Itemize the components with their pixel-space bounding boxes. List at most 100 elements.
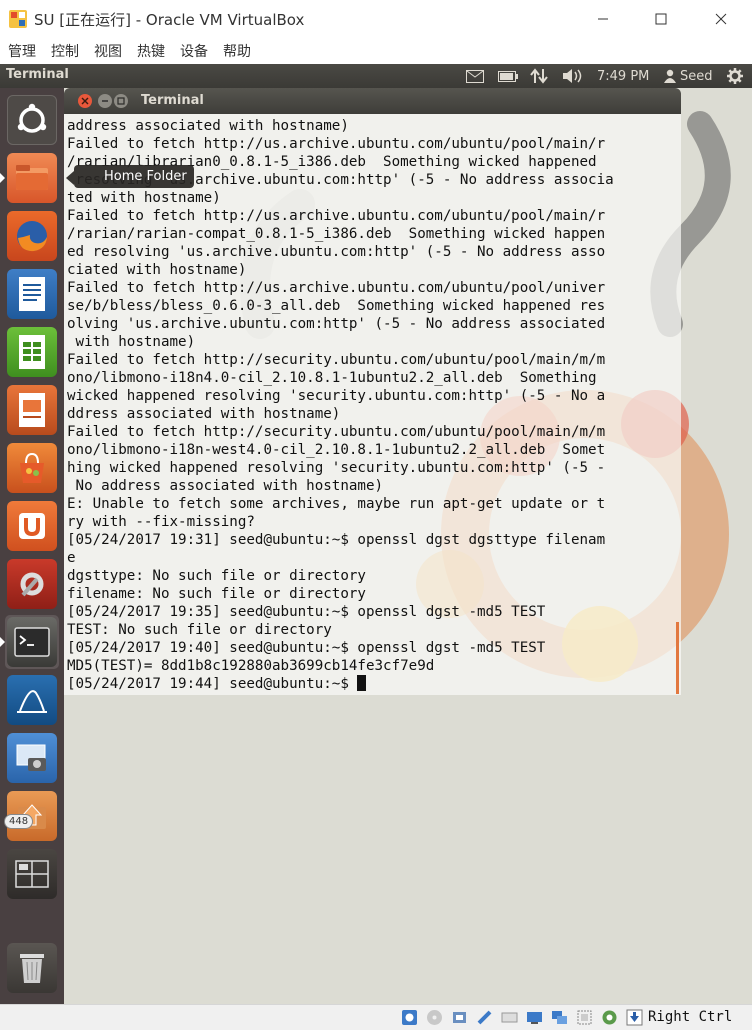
launcher-ubuntu-one[interactable] (5, 499, 59, 553)
running-indicator (0, 173, 5, 183)
keyboard-capture-icon[interactable] (626, 1009, 643, 1026)
terminal-line: e (67, 550, 76, 566)
terminal-line: olving 'us.archive.ubuntu.com:http' (-5 … (67, 316, 606, 332)
terminal-line: hing wicked happened resolving 'security… (67, 460, 606, 476)
terminal-icon (14, 627, 50, 657)
menu-help[interactable]: 帮助 (223, 41, 251, 61)
terminal-line: ciated with hostname) (67, 262, 247, 278)
wireshark-icon (17, 690, 47, 713)
clock[interactable]: 7:49 PM (597, 67, 649, 85)
network-icon[interactable] (530, 67, 548, 85)
terminal-line: ono/libmono-i18n4.0-cil_2.10.8.1-1ubuntu… (67, 370, 597, 386)
dash-home-icon (17, 103, 47, 133)
terminal-close-button[interactable] (78, 94, 92, 108)
maximize-button[interactable] (638, 0, 684, 38)
terminal-line: E: Unable to fetch some archives, maybe … (67, 496, 606, 512)
terminal-line: [05/24/2017 19:31] seed@ubuntu:~$ openss… (67, 532, 606, 548)
cpu-icon[interactable] (601, 1009, 618, 1026)
terminal-maximize-button[interactable] (114, 94, 128, 108)
close-icon (81, 97, 89, 105)
host-key-label[interactable]: Right Ctrl (648, 1009, 732, 1025)
update-count-badge: 448 (4, 814, 34, 829)
files-icon (16, 165, 48, 190)
user-name: Seed (680, 68, 713, 84)
launcher-trash[interactable] (5, 941, 59, 995)
ubuntu-one-icon (19, 513, 45, 539)
network-adapter-icon[interactable] (476, 1009, 493, 1026)
terminal-line: wicked happened resolving 'security.ubun… (67, 388, 606, 404)
launcher-terminal[interactable] (0, 615, 59, 669)
launcher-workspace-switcher[interactable] (5, 847, 59, 901)
tooltip-arrow (66, 171, 74, 185)
terminal-lines: address associated with hostname) Failed … (67, 117, 681, 675)
terminal-titlebar[interactable]: Terminal (64, 88, 681, 114)
launcher-firefox[interactable] (5, 209, 59, 263)
terminal-output[interactable]: address associated with hostname) Failed … (64, 114, 681, 695)
mail-icon[interactable] (466, 67, 484, 85)
video-capture-icon[interactable] (576, 1009, 593, 1026)
terminal-line: Failed to fetch http://us.archive.ubuntu… (67, 280, 606, 296)
libreoffice-calc-icon (19, 335, 45, 369)
terminal-line: Failed to fetch http://us.archive.ubuntu… (67, 208, 606, 224)
terminal-title: Terminal (141, 93, 204, 108)
optical-drive-icon[interactable] (426, 1009, 443, 1026)
terminal-prompt-line[interactable]: [05/24/2017 19:44] seed@ubuntu:~$ (67, 675, 681, 693)
top-panel: Terminal 7:49 PM Seed (0, 64, 752, 88)
launcher-files[interactable] (0, 151, 59, 205)
screenshot-icon (16, 744, 46, 771)
terminal-line: ddress associated with hostname) (67, 406, 341, 422)
close-button[interactable] (698, 0, 744, 38)
software-center-icon (20, 452, 44, 483)
audio-icon[interactable] (451, 1009, 468, 1026)
launcher-wireshark[interactable] (5, 673, 59, 727)
menu-manage[interactable]: 管理 (8, 41, 36, 61)
launcher-calc[interactable] (5, 325, 59, 379)
menu-control[interactable]: 控制 (51, 41, 79, 61)
launcher-system-settings[interactable] (5, 557, 59, 611)
launcher: 448 (0, 88, 64, 1004)
host-statusbar: Right Ctrl (0, 1004, 752, 1030)
guest-screen[interactable]: Terminal 7:49 PM Seed 448 Terminal addre… (0, 64, 752, 1004)
terminal-cursor (357, 675, 367, 691)
volume-icon[interactable] (562, 67, 582, 85)
display-icon[interactable] (551, 1009, 568, 1026)
workspace-switcher-icon (15, 860, 49, 888)
libreoffice-writer-icon (19, 277, 45, 311)
panel-app-title: Terminal (6, 67, 69, 82)
harddisk-icon[interactable] (401, 1009, 418, 1026)
terminal-scrollbar[interactable] (676, 622, 679, 694)
system-settings-icon (20, 572, 44, 597)
libreoffice-impress-icon (19, 393, 45, 427)
usb-icon[interactable] (501, 1009, 518, 1026)
terminal-line: address associated with hostname) (67, 118, 349, 134)
terminal-line: [05/24/2017 19:35] seed@ubuntu:~$ openss… (67, 604, 546, 620)
minimize-button[interactable] (580, 0, 626, 38)
terminal-line: Failed to fetch http://security.ubuntu.c… (67, 424, 606, 440)
dash-home-button[interactable] (5, 93, 59, 147)
terminal-line: Failed to fetch http://security.ubuntu.c… (67, 352, 606, 368)
host-menubar: 管理 控制 视图 热键 设备 帮助 (0, 38, 752, 64)
user-menu[interactable]: Seed (664, 67, 713, 85)
terminal-line: Failed to fetch http://us.archive.ubuntu… (67, 136, 606, 152)
terminal-line: filename: No such file or directory (67, 586, 366, 602)
minimize-icon (598, 18, 608, 20)
menu-devices[interactable]: 设备 (180, 41, 208, 61)
gear-icon[interactable] (727, 67, 743, 85)
firefox-icon (17, 221, 47, 252)
launcher-software-center[interactable] (5, 441, 59, 495)
menu-hotkeys[interactable]: 热键 (137, 41, 165, 61)
host-window-title: SU [正在运行] - Oracle VM VirtualBox (34, 11, 305, 29)
launcher-impress[interactable] (5, 383, 59, 437)
terminal-prompt: [05/24/2017 19:44] seed@ubuntu:~$ (67, 676, 358, 692)
launcher-writer[interactable] (5, 267, 59, 321)
terminal-line: dgsttype: No such file or directory (67, 568, 366, 584)
menu-view[interactable]: 视图 (94, 41, 122, 61)
terminal-line: ted with hostname) (67, 190, 221, 206)
terminal-line: No address associated with hostname) (67, 478, 384, 494)
terminal-line: [05/24/2017 19:40] seed@ubuntu:~$ openss… (67, 640, 546, 656)
terminal-line: with hostname) (67, 334, 196, 350)
launcher-screenshot[interactable] (5, 731, 59, 785)
battery-icon[interactable] (498, 67, 518, 85)
terminal-minimize-button[interactable] (98, 94, 112, 108)
shared-folder-icon[interactable] (526, 1009, 543, 1026)
